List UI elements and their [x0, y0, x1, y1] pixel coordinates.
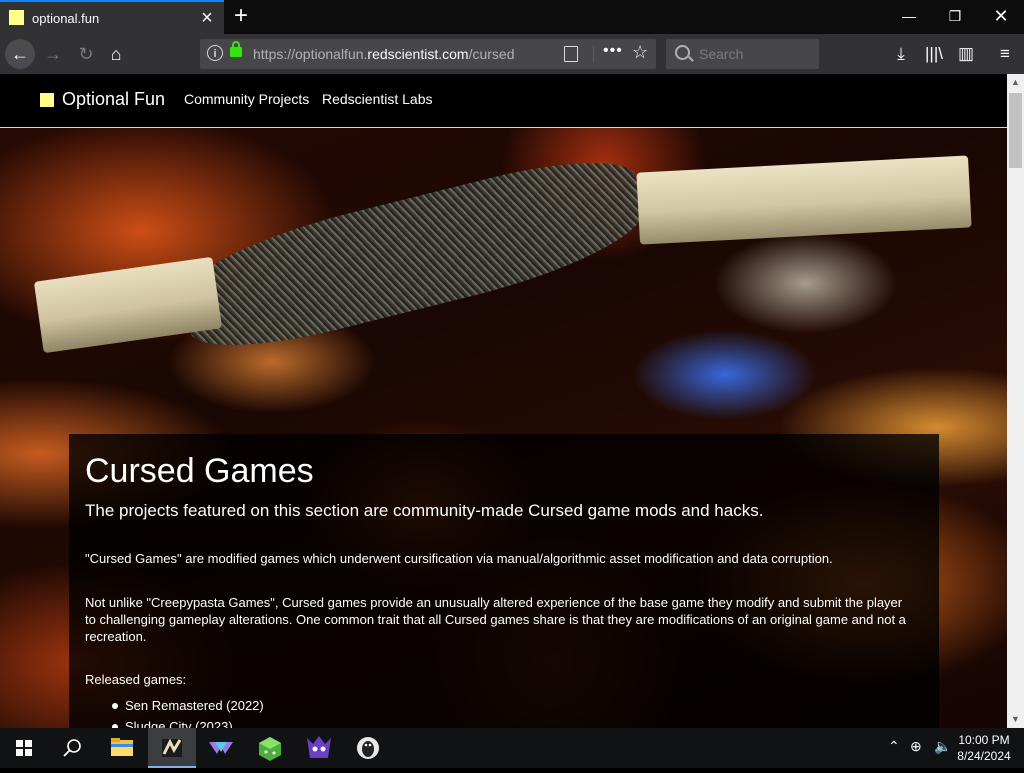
download-icon[interactable]: ⤓ — [886, 39, 916, 69]
file-explorer-icon[interactable] — [98, 728, 146, 768]
list-item[interactable]: Sludge City (2023) — [85, 719, 264, 728]
app-penguin-icon[interactable] — [344, 728, 392, 768]
clock-time: 10:00 PM — [958, 733, 1010, 747]
search-input[interactable]: Search — [666, 39, 819, 69]
app-triangle-icon[interactable] — [197, 728, 245, 768]
minimize-button[interactable]: — — [886, 0, 932, 32]
forward-arrow-icon[interactable]: → — [38, 39, 68, 69]
brand-logo-icon[interactable] — [40, 93, 54, 107]
site-header: Optional Fun Community Projects Redscien… — [0, 74, 1007, 128]
favicon-icon — [9, 10, 24, 25]
more-icon[interactable]: ••• — [603, 42, 623, 60]
brand-name[interactable]: Optional Fun — [62, 89, 165, 110]
vertical-scrollbar[interactable]: ▲ ▼ — [1007, 74, 1024, 728]
games-list: Sen Remastered (2022) Sludge City (2023) — [85, 698, 264, 728]
app-green-cube-icon[interactable] — [246, 728, 294, 768]
taskbar: ⌃ ⊕ 🔈 10:00 PM 8/24/2024 — [0, 728, 1024, 768]
tab-title: optional.fun — [32, 11, 100, 26]
back-arrow-icon[interactable]: ← — [5, 39, 35, 69]
network-globe-icon[interactable]: ⊕ — [910, 738, 922, 755]
paragraph-description: Not unlike "Creepypasta Games", Cursed g… — [85, 595, 906, 644]
tab-bar: optional.fun × + — ❐ ✕ — [0, 0, 1024, 34]
firefox-taskbar-icon[interactable] — [148, 728, 196, 768]
reader-view-icon[interactable] — [564, 46, 578, 62]
new-tab-button[interactable]: + — [228, 4, 254, 30]
cable-right — [636, 155, 972, 245]
page-title: Cursed Games — [85, 452, 314, 490]
url-text[interactable]: https://optionalfun.redscientist.com/cur… — [253, 46, 515, 62]
nav-community-projects[interactable]: Community Projects — [184, 91, 309, 107]
clock-date: 8/24/2024 — [957, 749, 1011, 763]
close-window-button[interactable]: ✕ — [978, 0, 1024, 32]
scroll-thumb[interactable] — [1009, 93, 1022, 168]
nav-redscientist-labs[interactable]: Redscientist Labs — [322, 91, 433, 107]
restore-button[interactable]: ❐ — [932, 0, 978, 32]
scroll-down-icon[interactable]: ▼ — [1007, 711, 1024, 728]
scroll-up-icon[interactable]: ▲ — [1007, 74, 1024, 91]
tab-optional-fun[interactable]: optional.fun × — [0, 0, 224, 34]
menu-icon[interactable]: ≡ — [990, 39, 1020, 69]
close-tab-icon[interactable]: × — [196, 7, 218, 29]
bookmark-star-icon[interactable]: ☆ — [632, 42, 648, 63]
home-icon[interactable]: ⌂ — [101, 39, 131, 69]
windows-start-icon[interactable] — [0, 728, 48, 768]
navigation-toolbar: ← → ↻ ⌂ i https://optionalfun.redscienti… — [0, 34, 1024, 74]
reload-icon[interactable]: ↻ — [71, 39, 101, 69]
cable-mesh — [171, 143, 655, 365]
page-viewport: Optional Fun Community Projects Redscien… — [0, 74, 1007, 728]
url-separator — [593, 46, 594, 62]
library-icon[interactable]: |||\ — [919, 39, 949, 69]
app-monster-icon[interactable] — [295, 728, 343, 768]
url-bar[interactable]: i https://optionalfun.redscientist.com/c… — [200, 39, 656, 69]
volume-muted-icon[interactable]: 🔈 — [934, 738, 951, 755]
info-icon[interactable]: i — [207, 45, 223, 61]
list-item[interactable]: Sen Remastered (2022) — [85, 698, 264, 719]
sidebar-icon[interactable]: ▥ — [951, 39, 981, 69]
search-taskbar-icon[interactable] — [48, 728, 96, 768]
hero-cable-image — [33, 143, 972, 365]
content-panel: Cursed Games The projects featured on th… — [69, 434, 939, 728]
lead-text: The projects featured on this section ar… — [85, 501, 764, 520]
taskbar-clock[interactable]: 10:00 PM 8/24/2024 — [950, 732, 1018, 764]
chevron-up-icon[interactable]: ⌃ — [888, 738, 900, 755]
search-placeholder: Search — [699, 46, 744, 62]
lock-icon[interactable] — [230, 41, 242, 57]
paragraph-definition: "Cursed Games" are modified games which … — [85, 551, 833, 566]
search-icon — [675, 45, 690, 60]
released-games-label: Released games: — [85, 672, 187, 687]
cable-left — [33, 256, 223, 354]
